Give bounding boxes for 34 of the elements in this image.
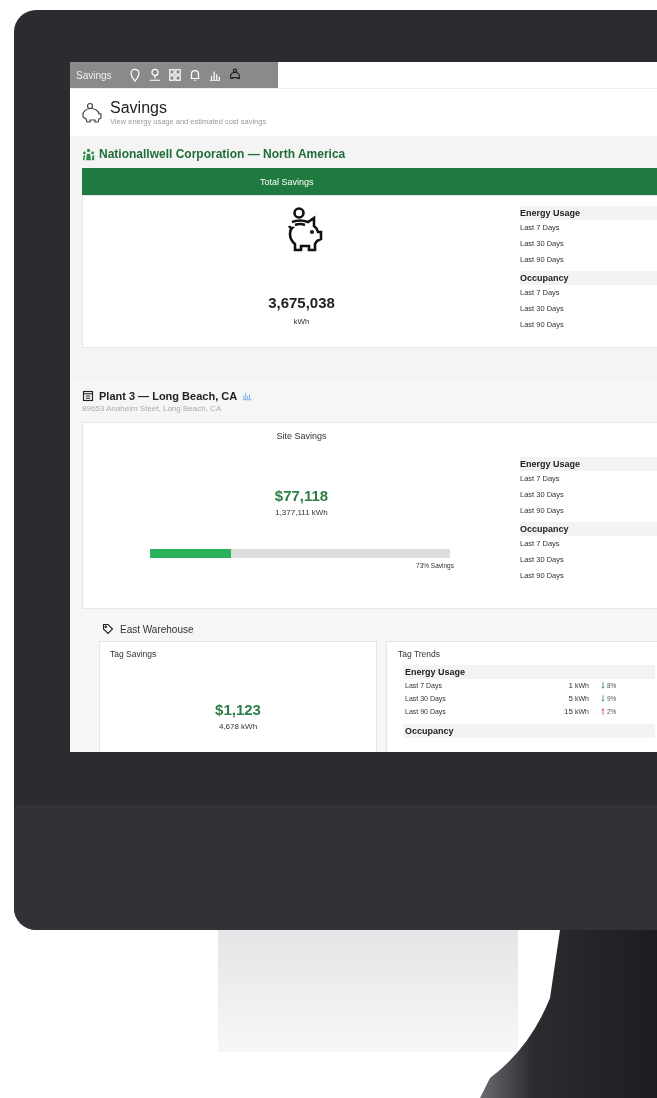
grid-icon[interactable]: [167, 68, 182, 82]
trend-heading: Energy Usage: [520, 206, 657, 220]
piggy-bank-icon[interactable]: [227, 68, 242, 82]
tag-icon: [102, 623, 114, 635]
people-icon: [82, 147, 95, 161]
trend-heading: Occupancy: [520, 271, 657, 285]
trend-value: 5: [567, 693, 573, 705]
card-title: Tag Trends: [398, 649, 442, 659]
site-name: Plant 3 — Long Beach, CA: [99, 390, 238, 402]
site-address: 89653 Anaheim Steet, Long Beach, CA: [82, 404, 223, 413]
card-title: Total Savings: [260, 176, 314, 187]
card-title: Site Savings: [276, 431, 327, 441]
trend-heading: Occupancy: [520, 522, 657, 536]
card-title: Tag Savings: [110, 649, 157, 659]
savings-amount: $77,118: [274, 487, 329, 504]
trend-heading: Energy Usage: [403, 665, 655, 679]
trend-heading: Energy Usage: [520, 457, 657, 471]
total-unit: kWh: [293, 317, 310, 326]
company-name: Nationallwell Corporation — North America: [99, 147, 346, 161]
energy-value: 1,377,111 kWh: [275, 508, 328, 517]
trend-value: 15: [563, 706, 573, 718]
total-value: 3,675,038: [268, 294, 335, 311]
tag-name: East Warehouse: [120, 623, 194, 635]
building-icon: [82, 390, 94, 402]
page-title: Savings: [110, 99, 168, 117]
nav-title: Savings: [76, 69, 112, 81]
trend-value: 1: [567, 680, 573, 692]
bar-chart-icon[interactable]: [242, 391, 253, 401]
trend-heading: Occupancy: [403, 724, 655, 738]
piggy-bank-icon: [80, 100, 104, 125]
person-pin-icon[interactable]: [147, 68, 162, 82]
pin-icon[interactable]: [127, 68, 142, 82]
energy-value: 4,678 kWh: [218, 722, 258, 731]
savings-amount: $1,123: [215, 701, 261, 718]
